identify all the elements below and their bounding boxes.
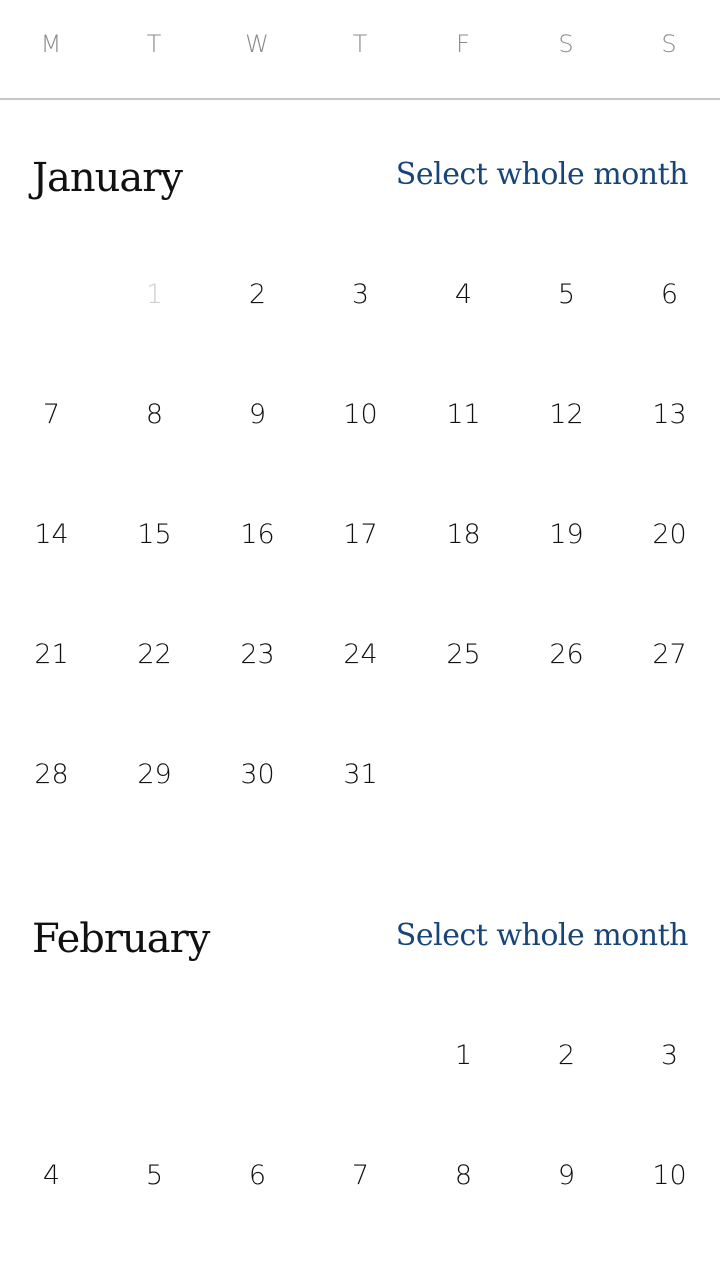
calendar-day[interactable]: 10 [618, 1146, 720, 1206]
calendar-day[interactable]: 9 [515, 1146, 618, 1206]
calendar-day[interactable]: 6 [618, 265, 720, 325]
calendar-day[interactable]: 30 [206, 745, 309, 805]
calendar-day[interactable]: 24 [309, 625, 412, 685]
calendar-day[interactable]: 25 [412, 625, 515, 685]
calendar-day[interactable]: 31 [309, 745, 412, 805]
calendar-day[interactable]: 2 [515, 1026, 618, 1086]
calendar-day[interactable]: 5 [103, 1146, 206, 1206]
calendar-day[interactable]: 4 [412, 265, 515, 325]
calendar-day[interactable]: 9 [206, 385, 309, 445]
select-whole-month-button[interactable]: Select whole month [396, 157, 689, 192]
weekday-label-mon: M [40, 30, 63, 58]
calendar-day[interactable]: 3 [618, 1026, 720, 1086]
calendar-day[interactable]: 7 [309, 1146, 412, 1206]
calendar-day[interactable]: 21 [0, 625, 103, 685]
calendar-day[interactable]: 7 [0, 385, 103, 445]
calendar-day[interactable]: 19 [515, 505, 618, 565]
calendar-day[interactable]: 1 [412, 1026, 515, 1086]
weekday-label-sun: S [661, 30, 678, 58]
month-title: February [32, 916, 210, 962]
calendar-day[interactable]: 13 [618, 385, 720, 445]
calendar-day[interactable]: 8 [412, 1146, 515, 1206]
calendar-day[interactable]: 2 [206, 265, 309, 325]
weekday-label-thu: T [352, 30, 369, 58]
calendar-day[interactable]: 8 [103, 385, 206, 445]
weekday-header: M T W T F S S [0, 0, 720, 100]
weekday-label-tue: T [146, 30, 163, 58]
select-whole-month-button[interactable]: Select whole month [396, 918, 689, 953]
calendar-day[interactable]: 23 [206, 625, 309, 685]
weekday-label-sat: S [558, 30, 575, 58]
calendar-day[interactable]: 4 [0, 1146, 103, 1206]
calendar-day[interactable]: 16 [206, 505, 309, 565]
calendar-day: 1 [145, 279, 164, 310]
calendar-day[interactable]: 5 [515, 265, 618, 325]
calendar-day[interactable]: 22 [103, 625, 206, 685]
calendar-day[interactable]: 27 [618, 625, 720, 685]
calendar-day[interactable]: 12 [515, 385, 618, 445]
calendar-day[interactable]: 18 [412, 505, 515, 565]
calendar-day[interactable]: 11 [412, 385, 515, 445]
calendar-day[interactable]: 14 [0, 505, 103, 565]
calendar-day[interactable]: 17 [309, 505, 412, 565]
calendar-day[interactable]: 26 [515, 625, 618, 685]
calendar-day[interactable]: 28 [0, 745, 103, 805]
weekday-label-wed: W [245, 30, 270, 58]
calendar-day[interactable]: 6 [206, 1146, 309, 1206]
calendar-day[interactable]: 29 [103, 745, 206, 805]
calendar-day[interactable]: 3 [309, 265, 412, 325]
weekday-label-fri: F [456, 30, 471, 58]
calendar-day[interactable]: 15 [103, 505, 206, 565]
calendar-day[interactable]: 20 [618, 505, 720, 565]
month-title: January [32, 155, 183, 201]
calendar-day[interactable]: 10 [309, 385, 412, 445]
